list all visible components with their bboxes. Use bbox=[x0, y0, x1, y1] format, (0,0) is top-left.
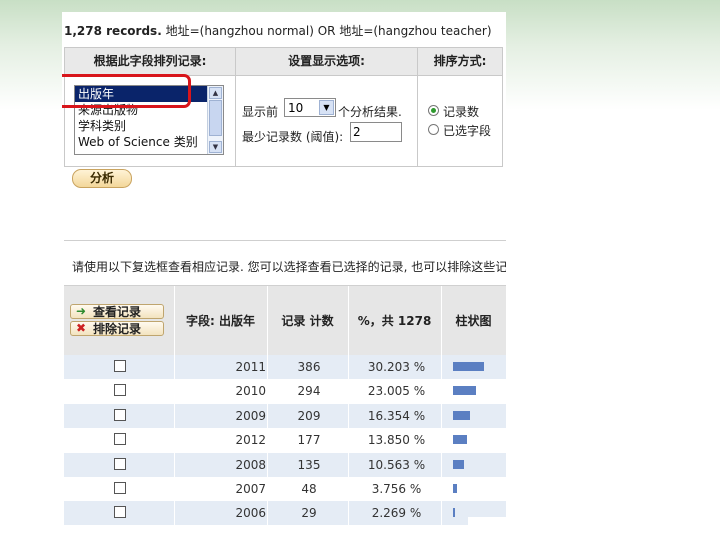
year-cell: 2010 bbox=[235, 384, 266, 399]
instructions-text: 请使用以下复选框查看相应记录. 您可以选择查看已选择的记录, 也可以排除这些记 bbox=[72, 260, 506, 274]
record-count-cell: 209 bbox=[297, 408, 321, 423]
column-divider bbox=[348, 355, 349, 537]
sort-by-header: 排序方式: bbox=[418, 48, 502, 76]
arrow-right-icon: ➜ bbox=[76, 304, 87, 318]
row-checkbox[interactable] bbox=[114, 360, 126, 372]
share-bar bbox=[453, 484, 457, 493]
section-divider bbox=[64, 240, 506, 241]
row-checkbox[interactable] bbox=[114, 408, 126, 421]
scroll-thumb[interactable] bbox=[209, 100, 222, 136]
records-count: 1,278 records. bbox=[64, 24, 162, 38]
show-top-label: 显示前 bbox=[242, 105, 279, 119]
record-count-cell: 135 bbox=[297, 457, 321, 472]
chevron-down-icon[interactable]: ▼ bbox=[319, 100, 334, 115]
table-row: 2011 386 30.203 % bbox=[64, 355, 506, 379]
page-edge-mask bbox=[468, 517, 506, 537]
table-row: 2009 209 16.354 % bbox=[64, 403, 506, 428]
rank-field-header: 根据此字段排列记录: bbox=[65, 48, 235, 76]
close-icon: ✖ bbox=[76, 321, 87, 335]
show-count-value: 10 bbox=[288, 101, 304, 115]
records-summary: 1,278 records. 地址=(hangzhou normal) OR 地… bbox=[64, 22, 492, 39]
percent-cell: 2.269 % bbox=[371, 506, 422, 521]
sort-by-field-radio[interactable] bbox=[428, 124, 439, 135]
column-divider bbox=[417, 48, 418, 166]
records-query: 地址=(hangzhou normal) OR 地址=(hangzhou tea… bbox=[165, 24, 492, 38]
row-checkbox[interactable] bbox=[114, 506, 126, 519]
record-count-cell: 386 bbox=[297, 360, 321, 374]
listbox-scrollbar[interactable]: ▲ ▼ bbox=[207, 86, 223, 154]
field-column-header: 字段: 出版年 bbox=[186, 314, 255, 328]
field-option-source-title[interactable]: 来源出版物 bbox=[75, 102, 223, 118]
min-records-label: 最少记录数 (阈值): bbox=[242, 130, 344, 144]
year-cell: 2012 bbox=[235, 433, 266, 448]
field-option-publication-year[interactable]: 出版年 bbox=[75, 86, 223, 102]
year-cell: 2007 bbox=[235, 482, 266, 496]
scroll-up-icon[interactable]: ▲ bbox=[209, 87, 222, 99]
share-bar bbox=[453, 410, 470, 420]
row-checkbox[interactable] bbox=[114, 482, 126, 494]
share-bar bbox=[453, 459, 464, 469]
column-divider bbox=[174, 355, 175, 537]
show-results-suffix: 个分析结果. bbox=[338, 105, 402, 119]
row-checkbox[interactable] bbox=[114, 433, 126, 446]
results-table-header: ➜ 查看记录 ✖ 排除记录 字段: 出版年 记录 计数 %，共 1278 柱状图 bbox=[64, 285, 506, 356]
min-records-input[interactable]: 2 bbox=[350, 122, 402, 142]
percent-cell: 23.005 % bbox=[367, 384, 426, 399]
table-row: 2012 177 13.850 % bbox=[64, 428, 506, 452]
percent-cell: 16.354 % bbox=[367, 408, 426, 423]
share-bar bbox=[453, 508, 455, 518]
sort-by-field-label: 已选字段 bbox=[443, 124, 492, 138]
share-bar bbox=[453, 435, 467, 445]
exclude-records-button[interactable]: ✖ 排除记录 bbox=[70, 321, 164, 336]
sort-by-count-label: 记录数 bbox=[443, 105, 480, 119]
column-divider bbox=[235, 48, 236, 166]
scroll-down-icon[interactable]: ▼ bbox=[209, 141, 222, 153]
percent-cell: 10.563 % bbox=[367, 457, 426, 472]
column-divider bbox=[441, 355, 442, 537]
row-checkbox[interactable] bbox=[114, 384, 126, 397]
record-count-cell: 48 bbox=[301, 482, 317, 496]
analyze-button[interactable]: 分析 bbox=[72, 169, 132, 188]
record-count-cell: 29 bbox=[301, 506, 317, 521]
percent-cell: 3.756 % bbox=[371, 482, 422, 496]
percent-cell: 30.203 % bbox=[367, 360, 426, 374]
percent-column-header: %，共 1278 bbox=[357, 314, 432, 328]
year-cell: 2008 bbox=[235, 457, 266, 472]
column-divider bbox=[267, 355, 268, 537]
row-checkbox[interactable] bbox=[114, 457, 126, 470]
show-count-select[interactable]: 10 ▼ bbox=[284, 98, 336, 117]
record-count-cell: 294 bbox=[297, 384, 321, 399]
field-option-subject-area[interactable]: 学科类别 bbox=[75, 118, 223, 134]
percent-cell: 13.850 % bbox=[367, 433, 426, 448]
bar-chart-column-header: 柱状图 bbox=[455, 314, 492, 328]
count-column-header: 记录 计数 bbox=[281, 314, 334, 328]
year-cell: 2006 bbox=[235, 506, 266, 521]
record-count-cell: 177 bbox=[297, 433, 321, 448]
year-cell: 2009 bbox=[235, 408, 266, 423]
table-row: 2008 135 10.563 % bbox=[64, 452, 506, 477]
display-options-header: 设置显示选项: bbox=[236, 48, 417, 76]
sort-by-count-radio[interactable] bbox=[428, 105, 439, 116]
field-option-wos-category[interactable]: Web of Science 类别 bbox=[75, 134, 223, 150]
rank-field-listbox[interactable]: 出版年 来源出版物 学科类别 Web of Science 类别 ▲ ▼ bbox=[74, 85, 224, 155]
share-bar bbox=[453, 362, 484, 371]
year-cell: 2011 bbox=[235, 360, 266, 374]
table-row: 2007 48 3.756 % bbox=[64, 477, 506, 501]
table-row: 2010 294 23.005 % bbox=[64, 379, 506, 403]
analysis-page: 1,278 records. 地址=(hangzhou normal) OR 地… bbox=[62, 12, 506, 540]
view-records-button[interactable]: ➜ 查看记录 bbox=[70, 304, 164, 319]
share-bar bbox=[453, 386, 476, 396]
table-row: 2006 29 2.269 % bbox=[64, 501, 506, 526]
